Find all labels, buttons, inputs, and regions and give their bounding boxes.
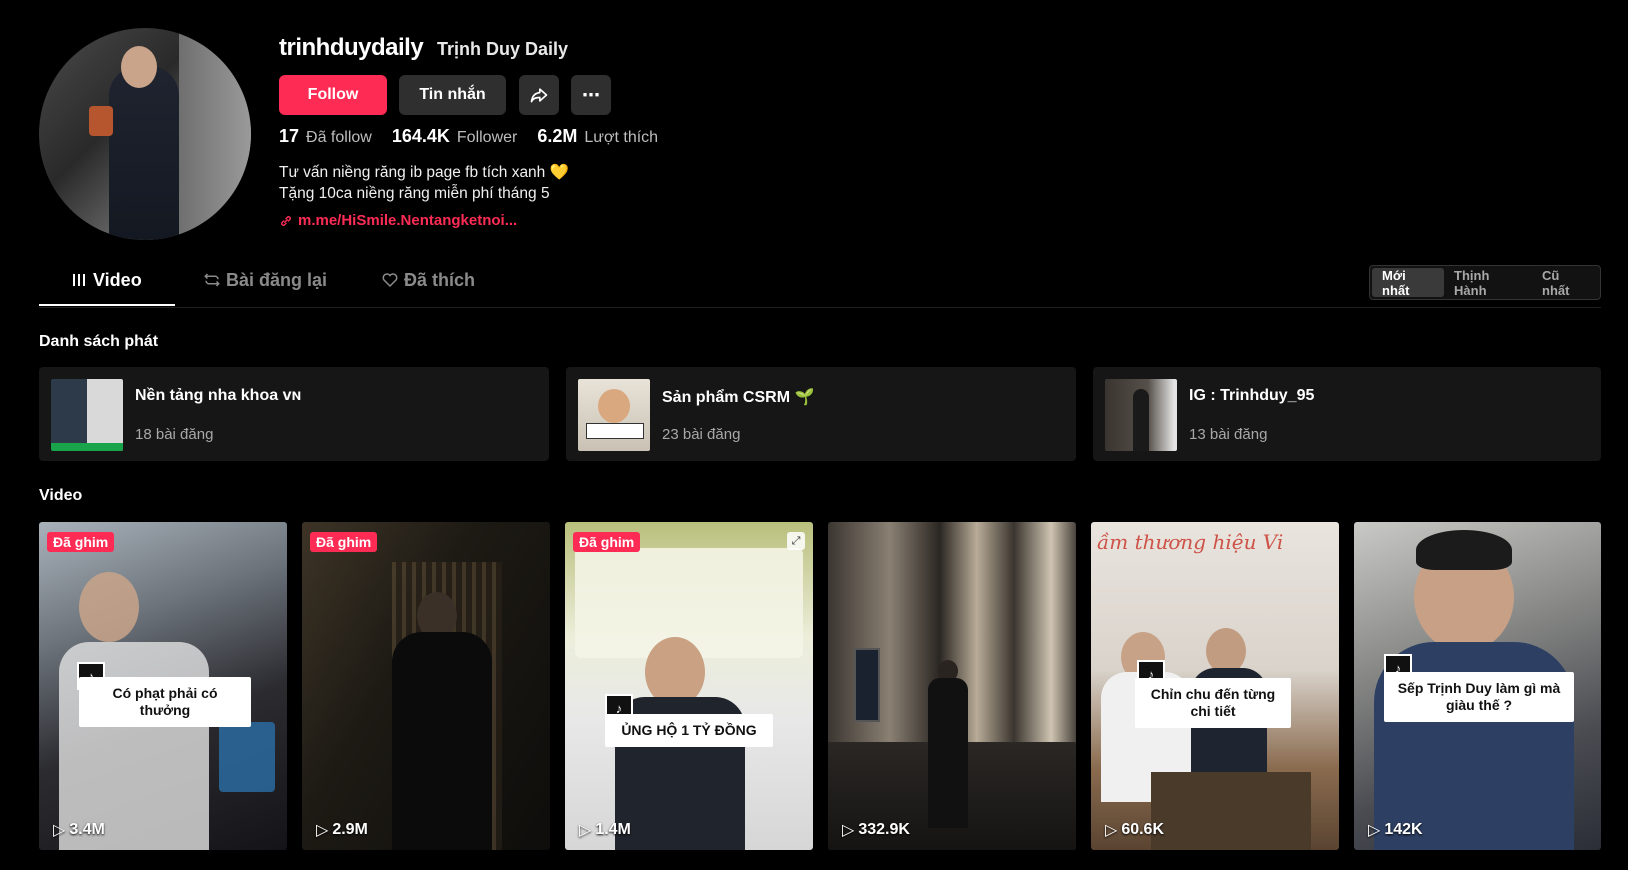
video-caption: ỦNG HỘ 1 TỶ ĐỒNG bbox=[605, 714, 773, 747]
playlists-title: Danh sách phát bbox=[39, 333, 159, 350]
avatar[interactable] bbox=[39, 28, 251, 240]
profile-link[interactable]: m.me/HiSmile.Nentangketnoi... bbox=[279, 212, 517, 229]
bio-line: Tư vấn niềng răng ib page fb tích xanh 💛 bbox=[279, 164, 569, 181]
repost-icon bbox=[204, 273, 220, 287]
follow-button[interactable]: Follow bbox=[279, 75, 387, 115]
sort-toggle: Mới nhất Thịnh Hành Cũ nhất bbox=[1369, 265, 1601, 300]
video-grid: Đã ghim ♪ Có phạt phải có thưởng ▷ 3.4M Đ… bbox=[39, 522, 1601, 850]
sort-oldest[interactable]: Cũ nhất bbox=[1532, 268, 1598, 298]
share-button[interactable] bbox=[519, 75, 559, 115]
pinned-badge: Đã ghim bbox=[47, 532, 115, 552]
playlist-thumbnail bbox=[51, 379, 123, 451]
playlist-card[interactable]: IG : Trinhduy_95 13 bài đăng bbox=[1093, 367, 1601, 461]
video-card[interactable]: ầm thương hiệu Vi ♪ Chỉn chu đến từng ch… bbox=[1091, 522, 1339, 850]
video-card[interactable]: ▷ 332.9K bbox=[828, 522, 1076, 850]
play-icon: ▷ bbox=[842, 822, 855, 839]
playlist-count: 18 bài đăng bbox=[135, 426, 214, 443]
video-card[interactable]: Đã ghim ⤢ ♪ ỦNG HỘ 1 TỶ ĐỒNG ▷ 1.4M bbox=[565, 522, 813, 850]
share-icon bbox=[530, 88, 548, 103]
message-button[interactable]: Tin nhắn bbox=[399, 75, 506, 115]
pinned-badge: Đã ghim bbox=[573, 532, 641, 552]
tab-video[interactable]: Video bbox=[71, 255, 142, 305]
view-count: ▷ 1.4M bbox=[579, 821, 631, 839]
tab-reposts[interactable]: Bài đăng lại bbox=[203, 255, 327, 305]
sort-popular[interactable]: Thịnh Hành bbox=[1444, 268, 1532, 298]
playlist-count: 23 bài đăng bbox=[662, 426, 741, 443]
play-icon: ▷ bbox=[1368, 822, 1381, 839]
stat-following[interactable]: 17 Đã follow bbox=[279, 126, 372, 147]
ellipsis-icon: ⋯ bbox=[582, 84, 600, 105]
play-icon: ▷ bbox=[1105, 822, 1118, 839]
view-count: ▷ 60.6K bbox=[1105, 821, 1165, 839]
playlist-card[interactable]: Nền tảng nha khoa ᴠɴ 18 bài đăng bbox=[39, 367, 549, 461]
heart-icon bbox=[382, 273, 398, 288]
active-tab-indicator bbox=[39, 304, 175, 306]
profile-tabs: Video Bài đăng lại Đã thích bbox=[39, 255, 1601, 308]
video-caption: Sếp Trịnh Duy làm gì mà giàu thế ? bbox=[1384, 672, 1574, 722]
playlist-count: 13 bài đăng bbox=[1189, 426, 1268, 443]
video-card[interactable]: Đã ghim ♪ Có phạt phải có thưởng ▷ 3.4M bbox=[39, 522, 287, 850]
playlist-thumbnail bbox=[578, 379, 650, 451]
stat-followers[interactable]: 164.4K Follower bbox=[392, 126, 518, 147]
profile-header: trinhduydaily Trịnh Duy Daily Follow Tin… bbox=[39, 28, 1599, 240]
grid-icon bbox=[73, 274, 85, 286]
wall-lettering: ầm thương hiệu Vi bbox=[1097, 530, 1284, 554]
playlist-thumbnail bbox=[1105, 379, 1177, 451]
playlist-name: Sản phẩm CSRM 🌱 bbox=[662, 389, 815, 406]
playlist-name: IG : Trinhduy_95 bbox=[1189, 387, 1315, 404]
videos-title: Video bbox=[39, 487, 83, 504]
play-icon: ▷ bbox=[579, 822, 592, 839]
expand-icon[interactable]: ⤢ bbox=[787, 532, 805, 550]
playlist-name: Nền tảng nha khoa ᴠɴ bbox=[135, 387, 302, 404]
profile-bio: Tư vấn niềng răng ib page fb tích xanh 💛… bbox=[279, 162, 569, 204]
pinned-badge: Đã ghim bbox=[310, 532, 378, 552]
view-count: ▷ 2.9M bbox=[316, 821, 368, 839]
sort-newest[interactable]: Mới nhất bbox=[1372, 268, 1445, 298]
playlist-list: Nền tảng nha khoa ᴠɴ 18 bài đăng Sản phẩ… bbox=[39, 367, 1601, 463]
play-icon: ▷ bbox=[316, 822, 329, 839]
profile-stats: 17 Đã follow 164.4K Follower 6.2M Lượt thíc… bbox=[279, 126, 678, 147]
video-card[interactable]: ♪ Sếp Trịnh Duy làm gì mà giàu thế ? ▷ 14… bbox=[1354, 522, 1601, 850]
video-caption: Chỉn chu đến từng chi tiết bbox=[1135, 678, 1291, 728]
play-icon: ▷ bbox=[53, 822, 66, 839]
bio-line: Tặng 10ca niềng răng miễn phí tháng 5 bbox=[279, 185, 550, 202]
display-name: Trịnh Duy Daily bbox=[437, 39, 569, 59]
view-count: ▷ 332.9K bbox=[842, 821, 910, 839]
view-count: ▷ 142K bbox=[1368, 821, 1423, 839]
stat-likes: 6.2M Lượt thích bbox=[537, 126, 659, 146]
video-card[interactable]: Đã ghim ▷ 2.9M bbox=[302, 522, 550, 850]
link-icon bbox=[281, 215, 291, 226]
more-button[interactable]: ⋯ bbox=[571, 75, 611, 115]
username: trinhduydaily bbox=[279, 34, 424, 61]
video-caption: Có phạt phải có thưởng bbox=[79, 677, 251, 727]
tab-liked[interactable]: Đã thích bbox=[381, 255, 475, 305]
view-count: ▷ 3.4M bbox=[53, 821, 105, 839]
playlist-card[interactable]: Sản phẩm CSRM 🌱 23 bài đăng bbox=[566, 367, 1076, 461]
